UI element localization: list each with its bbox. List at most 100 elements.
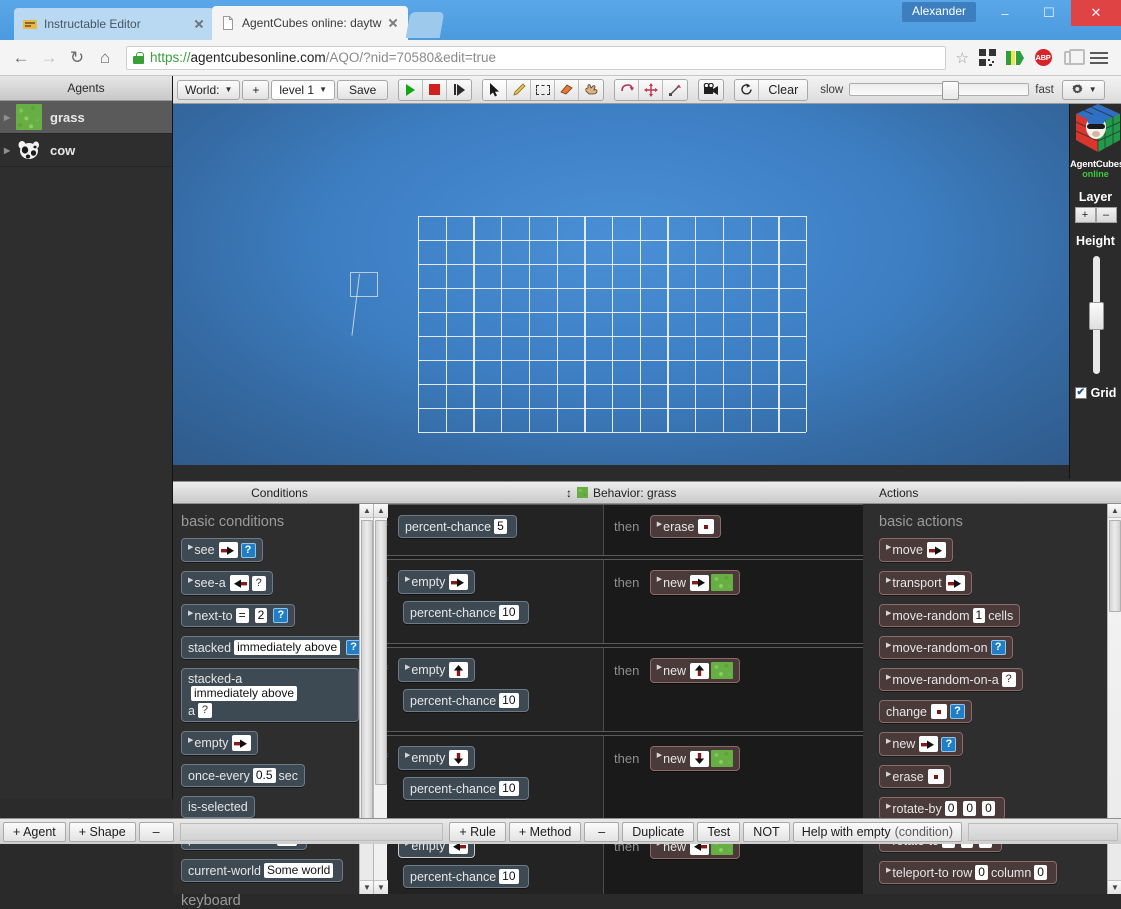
percent-field[interactable]: 10 <box>499 605 519 620</box>
add-world-button[interactable]: + <box>242 79 270 100</box>
forward-icon[interactable]: → <box>36 45 62 71</box>
row-field[interactable]: 0 <box>975 865 988 880</box>
height-slider[interactable] <box>1088 256 1104 374</box>
seconds-field[interactable]: 0.5 <box>252 768 276 783</box>
palette-item-erase[interactable]: ▶ erase <box>879 765 1121 788</box>
help-badge[interactable]: ? <box>941 736 957 752</box>
self-dot-icon[interactable] <box>698 519 715 534</box>
rule-row[interactable]: if percent-chance5 then ▶erase <box>373 504 863 556</box>
arrow-right-icon[interactable] <box>926 542 946 558</box>
palette-item-stacked[interactable]: stacked immediately above? <box>181 636 373 659</box>
not-button[interactable]: NOT <box>743 821 790 842</box>
grid-checkbox[interactable]: ✔ <box>1074 387 1087 399</box>
back-icon[interactable]: ← <box>8 45 34 71</box>
agent-row-grass[interactable]: ▶ grass <box>0 101 172 134</box>
column-field[interactable]: 0 <box>1034 865 1047 880</box>
position-select[interactable]: immediately above <box>234 640 341 655</box>
scroll-up-icon[interactable]: ▲ <box>360 504 374 518</box>
help-badge[interactable]: ? <box>1001 672 1016 687</box>
close-icon[interactable] <box>192 17 206 31</box>
close-icon[interactable] <box>386 16 400 30</box>
palette-item-change[interactable]: change? <box>879 700 1121 723</box>
help-badge[interactable]: ? <box>950 704 966 719</box>
clear-button[interactable]: Clear <box>759 80 807 100</box>
camera-icon[interactable] <box>699 80 723 100</box>
new-tab-button[interactable] <box>405 12 445 38</box>
arrow-right-icon[interactable] <box>232 735 252 751</box>
browser-tab-instructable[interactable]: Instructable Editor <box>14 8 214 40</box>
scrollbar-thumb[interactable] <box>361 520 373 820</box>
add-method-button[interactable]: + Method <box>508 821 582 842</box>
arrow-down-icon[interactable] <box>690 750 710 767</box>
self-dot-icon[interactable] <box>931 704 948 719</box>
palette-item-empty[interactable]: ▶ empty <box>181 731 373 755</box>
level-dropdown[interactable]: level 1 ▼ <box>271 79 335 100</box>
help-button[interactable]: Help with empty (condition) <box>792 821 962 842</box>
arrow-right-icon[interactable] <box>945 575 965 591</box>
expand-triangle-icon[interactable]: ▶ <box>4 113 16 122</box>
remove-rule-button[interactable]: – <box>584 821 620 842</box>
stop-icon[interactable] <box>423 79 448 100</box>
gear-icon[interactable]: ▼ <box>1061 79 1105 100</box>
arrow-right-icon[interactable] <box>218 542 238 558</box>
arrow-right-icon[interactable] <box>449 574 469 590</box>
rule-row[interactable]: if ▶empty percent-chance10 then ▶new <box>373 559 863 644</box>
arrow-down-icon[interactable] <box>449 750 469 766</box>
address-bar[interactable]: https://agentcubesonline.com/AQO/?nid=70… <box>126 45 946 70</box>
palette-item-move-random-on-a[interactable]: ▶ move-random-on-a? <box>879 668 1121 691</box>
arrow-right-icon[interactable] <box>919 736 939 752</box>
z-field[interactable]: 0 <box>982 801 995 816</box>
adblock-plus-icon[interactable]: ABP <box>1031 46 1055 70</box>
arrow-up-icon[interactable] <box>690 662 710 679</box>
scale-icon[interactable] <box>663 80 687 100</box>
palette-item-current-world[interactable]: current-world Some world <box>181 859 373 882</box>
world-select[interactable]: Some world <box>263 863 334 878</box>
expand-triangle-icon[interactable]: ▶ <box>4 146 16 155</box>
copy-icon[interactable] <box>1059 46 1085 70</box>
scroll-up-icon[interactable]: ▲ <box>1108 504 1121 518</box>
scrollbar-thumb[interactable] <box>1109 520 1121 612</box>
test-button[interactable]: Test <box>697 821 741 842</box>
grass-texture-icon[interactable] <box>711 662 734 679</box>
operator-field[interactable]: = <box>235 608 249 623</box>
user-profile-chip[interactable]: Alexander <box>901 2 976 22</box>
scroll-down-icon[interactable]: ▼ <box>360 880 374 894</box>
position-select[interactable]: immediately above <box>191 686 298 701</box>
palette-item-see[interactable]: ▶ see? <box>181 538 373 562</box>
palette-item-move-random-on[interactable]: ▶ move-random-on? <box>879 636 1121 659</box>
rule-row[interactable]: if ▶empty percent-chance10 then ▶new <box>373 735 863 820</box>
save-button[interactable]: Save <box>337 79 389 100</box>
speed-slider-handle[interactable] <box>942 81 960 100</box>
marquee-select-icon[interactable] <box>531 79 556 100</box>
percent-field[interactable]: 5 <box>494 519 507 534</box>
grass-texture-icon[interactable] <box>711 574 734 591</box>
grid-checkbox-row[interactable]: ✔ Grid <box>1070 386 1121 400</box>
scrollbar-thumb[interactable] <box>375 520 387 785</box>
palette-item-see-a[interactable]: ▶ see-a? <box>181 571 373 595</box>
palette-item-stacked-a[interactable]: stacked-a immediately above a? <box>181 668 361 722</box>
palette-item-move-random[interactable]: ▶ move-random 1 cells <box>879 604 1121 627</box>
scroll-down-icon[interactable]: ▼ <box>1108 880 1121 894</box>
qr-code-icon[interactable] <box>975 46 999 70</box>
world-grid[interactable] <box>418 216 808 434</box>
scroll-down-icon[interactable]: ▼ <box>374 880 388 894</box>
arrow-up-icon[interactable] <box>449 662 469 678</box>
play-icon[interactable] <box>399 79 424 100</box>
speed-slider[interactable] <box>849 81 1030 100</box>
layer-minus-button[interactable]: – <box>1095 207 1117 223</box>
help-badge[interactable]: ? <box>251 575 266 591</box>
hamburger-menu-icon[interactable] <box>1087 46 1111 70</box>
add-shape-button[interactable]: + Shape <box>68 821 136 842</box>
add-rule-button[interactable]: + Rule <box>449 821 506 842</box>
remove-agent-button[interactable]: – <box>138 821 174 842</box>
arrow-right-icon[interactable] <box>690 574 710 591</box>
layer-plus-button[interactable]: + <box>1074 207 1096 223</box>
scroll-up-icon[interactable]: ▲ <box>374 504 388 518</box>
rule-row[interactable]: if ▶empty percent-chance10 then ▶new <box>373 647 863 732</box>
count-field[interactable]: 2 <box>254 608 268 623</box>
browser-tab-agentcubes[interactable]: AgentCubes online: daytw <box>212 6 408 40</box>
close-window-button[interactable]: ✕ <box>1071 0 1121 26</box>
height-slider-handle[interactable] <box>1088 302 1104 330</box>
percent-field[interactable]: 10 <box>499 693 519 708</box>
world-3d-view[interactable] <box>173 104 1069 465</box>
